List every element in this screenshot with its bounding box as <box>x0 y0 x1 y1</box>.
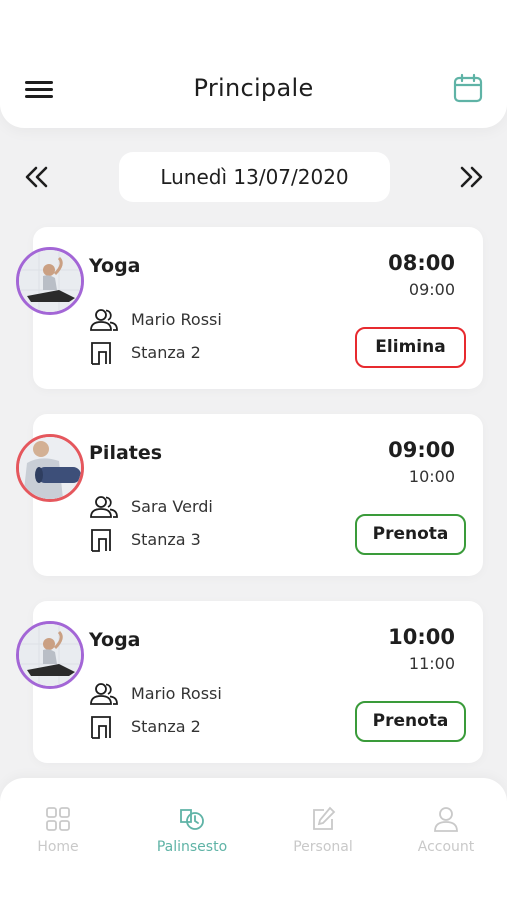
book-button[interactable]: Prenota <box>355 701 466 742</box>
end-time: 10:00 <box>408 467 455 486</box>
user-icon <box>434 807 458 832</box>
double-chevron-left-icon[interactable] <box>22 162 52 192</box>
pilates-avatar <box>16 434 84 502</box>
tab-palinsesto[interactable]: Palinsesto <box>132 806 252 866</box>
bottom-tab-bar: Home Palinsesto Personal Account <box>0 778 507 900</box>
door-icon <box>91 342 111 365</box>
room-name: Stanza 2 <box>131 717 201 736</box>
door-icon <box>91 716 111 739</box>
instructor-name: Mario Rossi <box>131 310 222 329</box>
end-time: 11:00 <box>408 654 455 673</box>
grid-icon <box>46 807 70 831</box>
schedule-icon <box>180 809 204 830</box>
delete-booking-button[interactable]: Elimina <box>355 327 466 368</box>
calendar-icon[interactable] <box>452 72 484 104</box>
double-chevron-right-icon[interactable] <box>456 162 486 192</box>
course-name: Pilates <box>89 442 163 464</box>
class-card[interactable]: Yoga 08:00 09:00 Mario Rossi Stanza 2 El… <box>16 227 483 389</box>
class-card[interactable]: Yoga 10:00 11:00 Mario Rossi Stanza 2 Pr… <box>16 601 483 763</box>
book-button[interactable]: Prenota <box>355 514 466 555</box>
tab-label: Home <box>37 839 79 855</box>
tab-home[interactable]: Home <box>0 806 118 866</box>
room-name: Stanza 3 <box>131 530 201 549</box>
current-date[interactable]: Lunedì 13/07/2020 <box>119 152 390 202</box>
yoga-avatar <box>16 247 84 315</box>
class-card[interactable]: Pilates 09:00 10:00 Sara Verdi Stanza 3 … <box>16 414 483 576</box>
course-name: Yoga <box>89 629 141 651</box>
people-icon <box>90 309 118 331</box>
page-title: Principale <box>193 74 314 102</box>
course-name: Yoga <box>89 255 141 277</box>
tab-personal[interactable]: Personal <box>263 806 383 866</box>
instructor-name: Sara Verdi <box>131 497 213 516</box>
start-time: 10:00 <box>388 625 455 649</box>
room-name: Stanza 2 <box>131 343 201 362</box>
edit-icon <box>313 806 336 830</box>
people-icon <box>90 496 118 518</box>
tab-label: Palinsesto <box>156 839 228 855</box>
start-time: 08:00 <box>388 251 455 275</box>
tab-label: Personal <box>293 839 353 855</box>
app-header: Principale <box>0 0 507 128</box>
people-icon <box>90 683 118 705</box>
date-navigation: Lunedì 13/07/2020 <box>0 152 507 204</box>
yoga-avatar <box>16 621 84 689</box>
tab-label: Account <box>417 839 475 855</box>
end-time: 09:00 <box>408 280 455 299</box>
start-time: 09:00 <box>388 438 455 462</box>
tab-account[interactable]: Account <box>386 806 506 866</box>
door-icon <box>91 529 111 552</box>
instructor-name: Mario Rossi <box>131 684 222 703</box>
